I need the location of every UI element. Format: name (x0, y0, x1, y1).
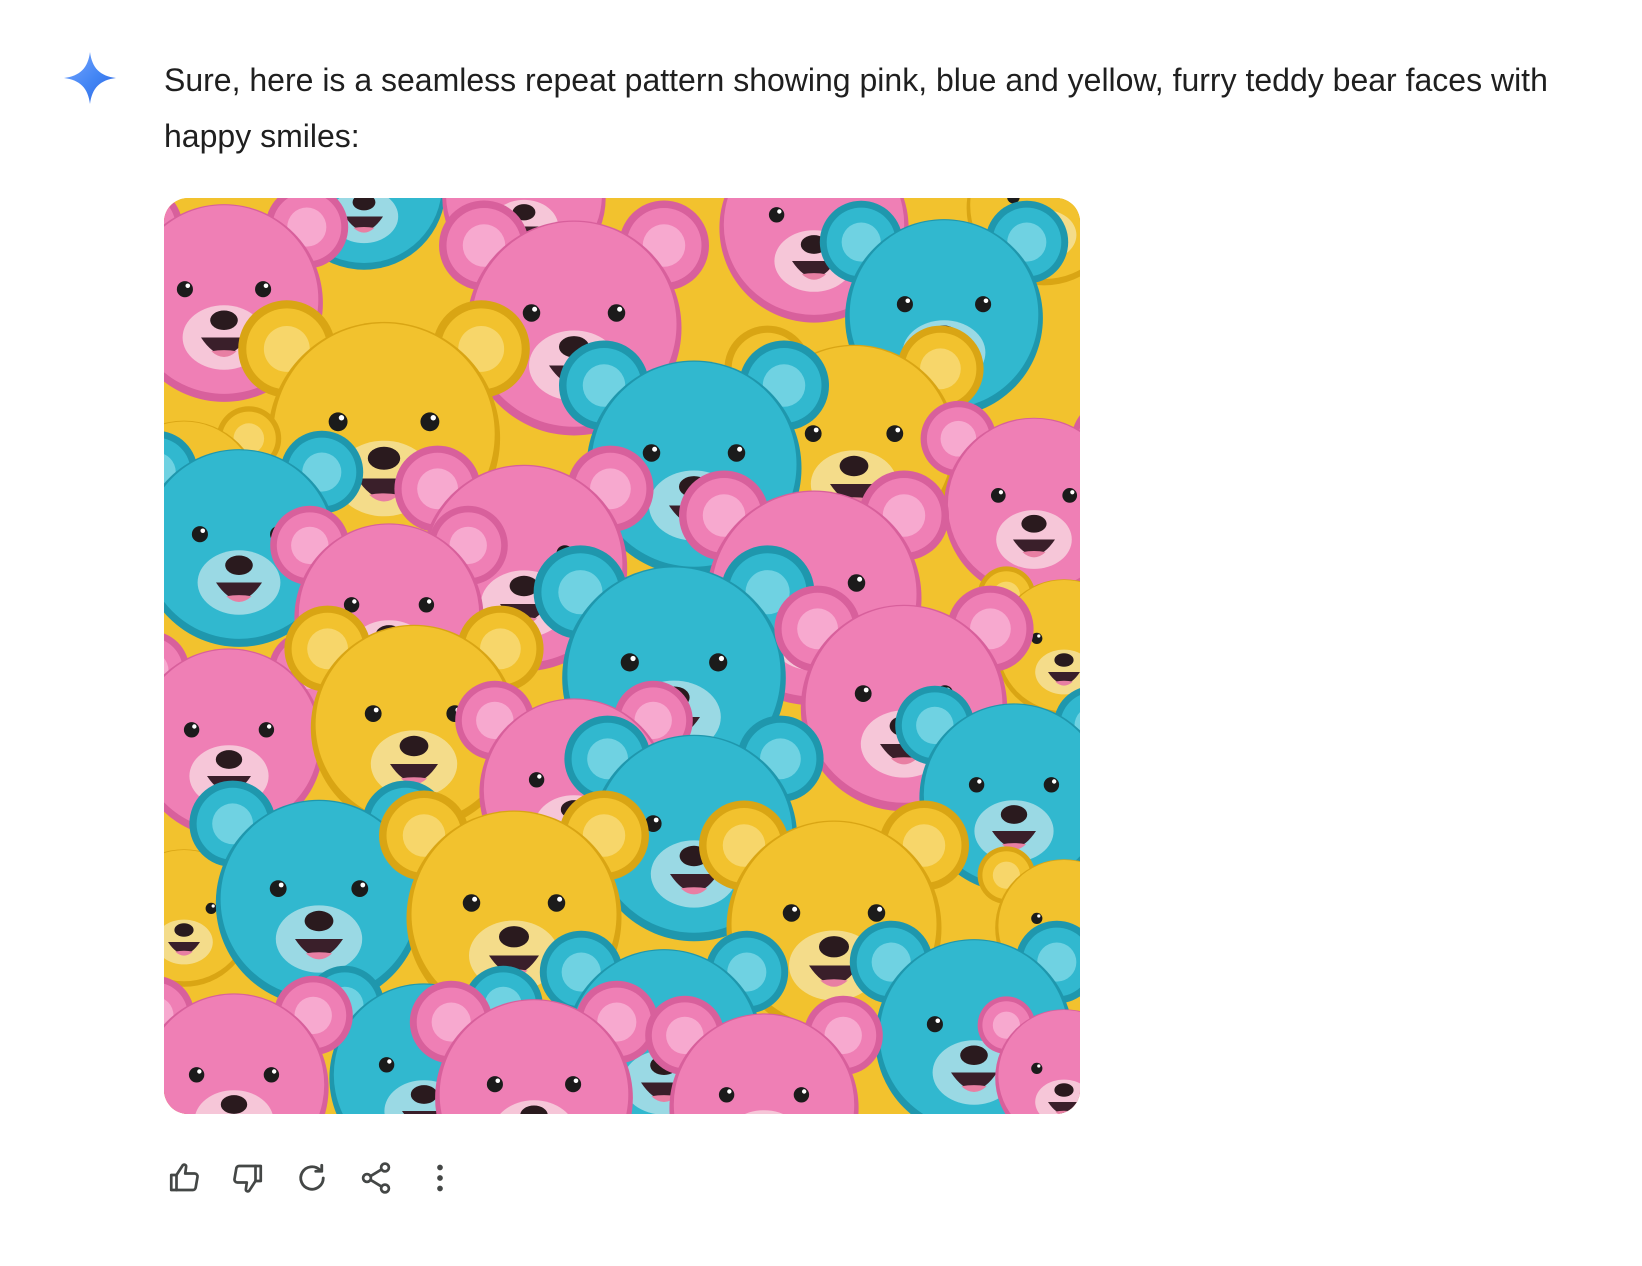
thumbs-up-icon (169, 1163, 199, 1192)
more-options-button[interactable] (416, 1154, 464, 1202)
share-button[interactable] (352, 1154, 400, 1202)
chat-response: Sure, here is a seamless repeat pattern … (0, 0, 1642, 1266)
gemini-sparkle-icon (64, 52, 116, 104)
thumbs-down-button[interactable] (224, 1154, 272, 1202)
teddy-bear-pattern-image (164, 198, 1080, 1114)
more-options-icon (437, 1164, 443, 1192)
regenerate-icon (299, 1163, 325, 1191)
generated-image[interactable] (164, 198, 1080, 1114)
teddy-bear-face (409, 980, 659, 1114)
regenerate-button[interactable] (288, 1154, 336, 1202)
thumbs-up-button[interactable] (160, 1154, 208, 1202)
response-actions (160, 1152, 464, 1204)
response-text: Sure, here is a seamless repeat pattern … (164, 62, 1548, 154)
share-icon (361, 1162, 391, 1194)
thumbs-down-icon (233, 1164, 263, 1193)
teddy-bear-face (645, 995, 883, 1114)
